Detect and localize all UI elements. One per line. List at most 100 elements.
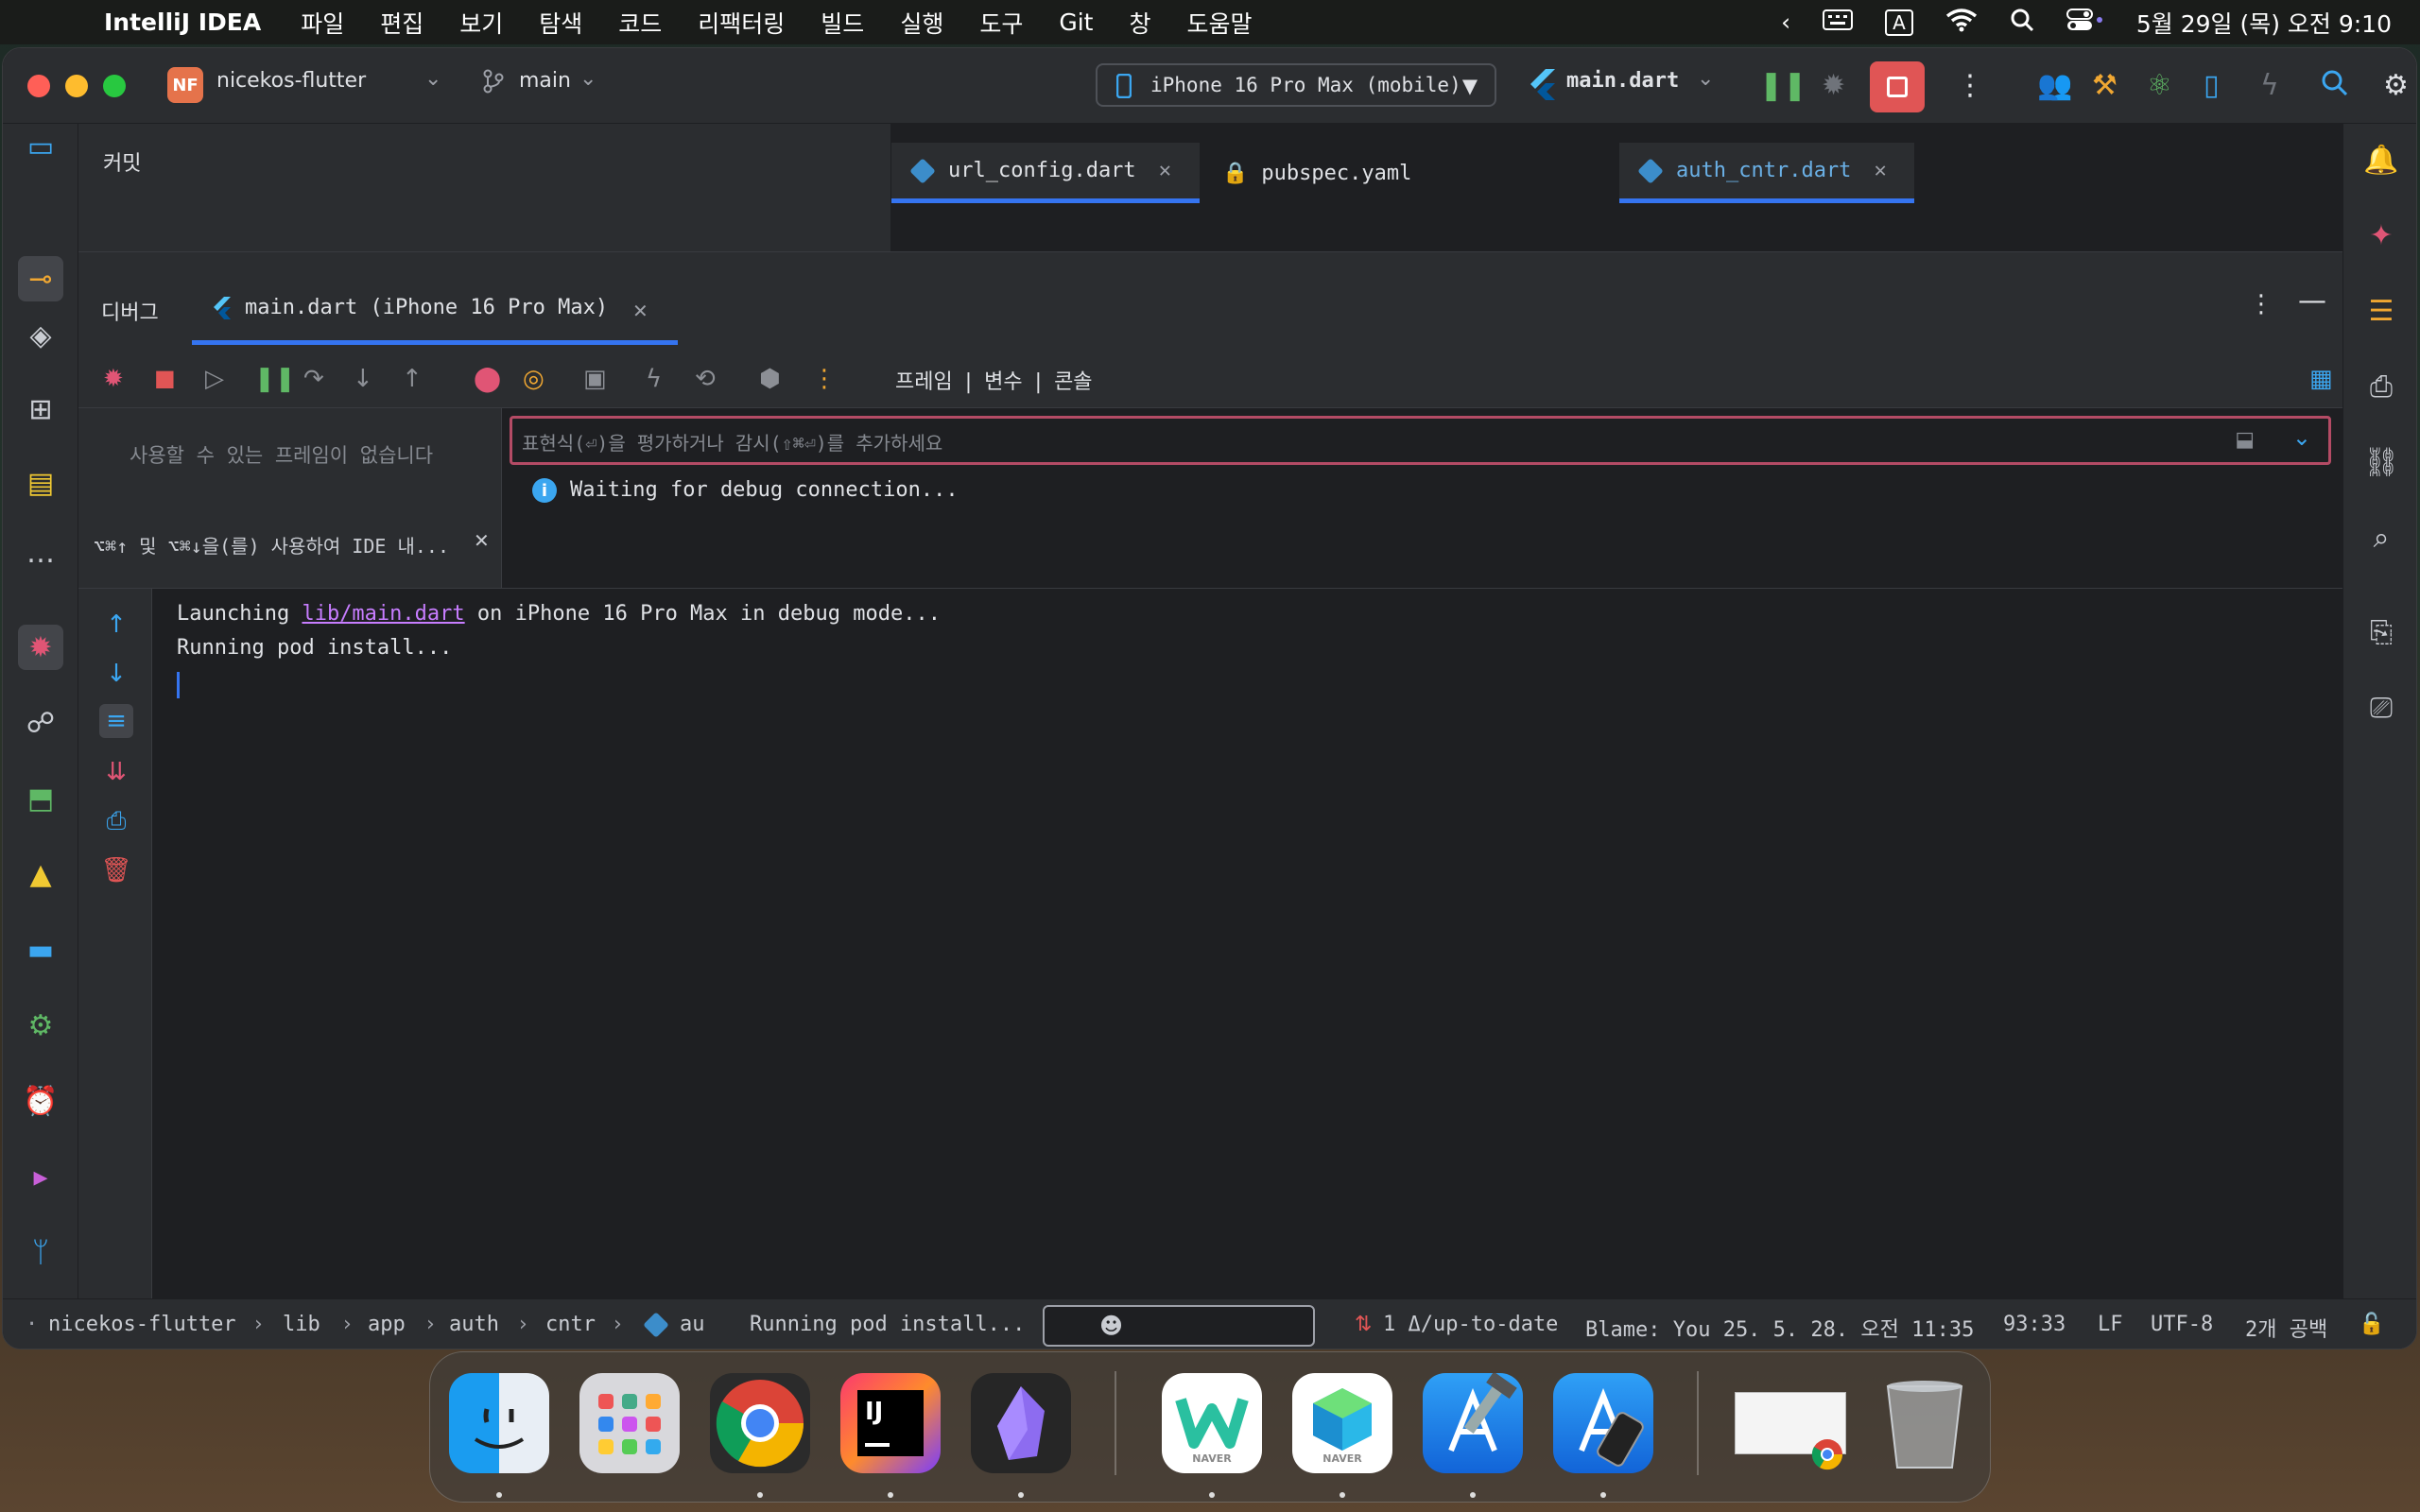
step-out-icon[interactable]: ↑ (402, 365, 423, 393)
simulator-icon[interactable] (1553, 1373, 1653, 1473)
resume-icon[interactable]: ▷ (205, 365, 224, 393)
debug-session-tab[interactable]: main.dart (iPhone 16 Pro Max) ✕ (192, 290, 678, 345)
close-hint-icon[interactable]: ✕ (474, 529, 490, 552)
find-file-icon[interactable]: ⎘ (2359, 610, 2404, 655)
chrome-icon[interactable] (710, 1373, 810, 1473)
vcs-status[interactable]: 1 Δ/up-to-date (1383, 1313, 1558, 1336)
android-icon[interactable]: ⬒ (18, 776, 63, 821)
close-session-icon[interactable]: ✕ (632, 300, 648, 322)
line-separator[interactable]: LF (2098, 1313, 2123, 1336)
collaborators-icon[interactable]: 👥 (2037, 69, 2072, 102)
scroll-to-end-icon[interactable]: ⇊ (99, 755, 133, 789)
terminal-icon[interactable]: ▸ (18, 1154, 63, 1199)
screenshot-icon[interactable]: ▣ (583, 365, 607, 393)
dart-devtools-icon[interactable]: ☍ (18, 700, 63, 746)
branch-selector[interactable]: main (519, 69, 571, 93)
naver-box-icon[interactable]: NAVER (1292, 1373, 1392, 1473)
tab-frames[interactable]: 프레임 (895, 370, 953, 394)
minimize-window-button[interactable] (65, 75, 88, 97)
close-tab-icon[interactable]: ✕ (1159, 159, 1171, 182)
chevron-left-icon[interactable]: ‹ (1781, 9, 1790, 36)
background-task-label[interactable]: Running pod install... (750, 1313, 1025, 1336)
tab-variables[interactable]: 변수 (984, 370, 1022, 394)
device-manager-icon[interactable]: ⎙ (2359, 364, 2404, 409)
breadcrumb-item[interactable]: au (680, 1313, 705, 1336)
progress-bar[interactable]: ☻ (1043, 1305, 1315, 1347)
git-blame[interactable]: Blame: You 25. 5. 28. 오전 11:35 (1585, 1313, 1974, 1343)
close-tab-icon[interactable]: ✕ (1874, 159, 1886, 182)
control-center-icon[interactable] (2066, 8, 2104, 38)
xcode-icon[interactable] (1423, 1371, 1523, 1473)
link-icon[interactable]: ⛓ (2359, 439, 2404, 485)
menu-tools[interactable]: 도구 (979, 6, 1023, 40)
indent-setting[interactable]: 2개 공백 (2245, 1313, 2327, 1343)
menu-refactor[interactable]: 리팩터링 (698, 6, 785, 40)
close-window-button[interactable] (27, 75, 50, 97)
breakpoints-icon[interactable]: ⬤ (474, 365, 501, 393)
menu-view[interactable]: 보기 (459, 6, 503, 40)
breadcrumb-item[interactable]: lib (283, 1313, 320, 1336)
launchpad-icon[interactable] (579, 1373, 680, 1473)
settings-icon[interactable]: ⚙ (2383, 69, 2409, 102)
notifications-alarm-icon[interactable]: ⏰ (18, 1078, 63, 1124)
breadcrumb-item[interactable]: cntr (545, 1313, 596, 1336)
debug-bug-icon[interactable]: ✹ (1822, 69, 1845, 102)
widget-inspector-icon[interactable]: ⊞ (18, 387, 63, 432)
menu-code[interactable]: 코드 (618, 6, 662, 40)
search-icon[interactable] (2321, 69, 2348, 103)
pause-icon[interactable]: ❚❚ (254, 365, 296, 393)
tab-auth-cntr[interactable]: auth_cntr.dart ✕ (1619, 143, 1914, 203)
tab-pubspec[interactable]: 🔒 pubspec.yaml (1203, 143, 1610, 203)
chevron-down-icon[interactable]: ⌄ (2292, 424, 2311, 451)
pause-icon[interactable]: ❚❚ (1759, 69, 1806, 102)
menu-run[interactable]: 실행 (900, 6, 943, 40)
evaluate-expression-input[interactable]: 표현식(⏎)을 평가하거나 감시(⇧⌘⏎)를 추가하세요 ⬓ ⌄ (510, 416, 2331, 465)
git-icon[interactable]: ᛘ (18, 1229, 63, 1275)
intellij-idea-icon[interactable]: IJ (840, 1373, 941, 1473)
atom-icon[interactable]: ⚛ (2147, 69, 2172, 102)
services-icon[interactable]: ⚙ (18, 1003, 63, 1048)
app-menu[interactable]: IntelliJ IDEA (104, 9, 261, 36)
commit-icon[interactable]: ⊸ (18, 256, 63, 301)
breadcrumb-item[interactable]: nicekos-flutter (48, 1313, 236, 1336)
chevron-down-icon[interactable]: ⌄ (579, 67, 596, 91)
input-source-indicator[interactable]: A (1885, 9, 1913, 36)
menu-file[interactable]: 파일 (301, 6, 344, 40)
trash-icon[interactable] (1875, 1373, 1975, 1473)
dart-devtools-icon[interactable]: ⬢ (759, 365, 781, 393)
soft-wrap-icon[interactable]: ≡ (99, 704, 133, 738)
menu-clock[interactable]: 5월 29일 (목) 오전 9:10 (2136, 6, 2392, 40)
spotlight-search-icon[interactable] (2010, 8, 2034, 38)
zoom-window-button[interactable] (103, 75, 126, 97)
keyboard-icon[interactable] (1823, 9, 1854, 36)
hot-reload-icon[interactable]: ϟ (2260, 69, 2279, 102)
breadcrumb-item[interactable]: app (368, 1313, 406, 1336)
database-icon[interactable]: ▤ (18, 460, 63, 506)
main-dart-link[interactable]: lib/main.dart (302, 602, 464, 626)
structure-icon[interactable]: ◈ (18, 313, 63, 358)
build-tools-icon[interactable]: ⚒ (2092, 69, 2118, 102)
tab-url-config[interactable]: url_config.dart ✕ (891, 143, 1200, 203)
add-watch-icon[interactable]: ⬓ (2235, 428, 2255, 452)
notifications-icon[interactable]: 🔔 (2359, 137, 2404, 182)
step-over-icon[interactable]: ↷ (303, 365, 324, 393)
more-tools-icon[interactable]: … (18, 530, 63, 576)
more-actions-icon[interactable]: ⋮ (812, 365, 837, 393)
unlock-icon[interactable]: 🔓 (2359, 1313, 2384, 1336)
more-options-icon[interactable]: ⋮ (2249, 290, 2273, 318)
print-icon[interactable]: ⎙ (99, 804, 133, 838)
tab-console[interactable]: 콘솔 (1054, 370, 1092, 394)
file-encoding[interactable]: UTF-8 (2151, 1313, 2213, 1336)
chevron-down-icon[interactable]: ⌄ (1697, 67, 1714, 91)
clear-console-icon[interactable]: 🗑 (99, 853, 133, 887)
mute-breakpoints-icon[interactable]: ◎ (523, 365, 544, 393)
finder-icon[interactable] (449, 1373, 549, 1473)
hot-reload-icon[interactable]: ϟ (646, 365, 662, 393)
breadcrumb-item[interactable]: auth (449, 1313, 499, 1336)
menu-window[interactable]: 창 (1129, 6, 1150, 40)
project-selector[interactable]: nicekos-flutter (216, 69, 366, 93)
layout-settings-icon[interactable]: ▦ (2309, 365, 2333, 393)
ai-assistant-icon[interactable]: ✦ (2359, 213, 2404, 258)
messages-icon[interactable]: ▬ (18, 927, 63, 972)
menu-git[interactable]: Git (1059, 9, 1093, 36)
